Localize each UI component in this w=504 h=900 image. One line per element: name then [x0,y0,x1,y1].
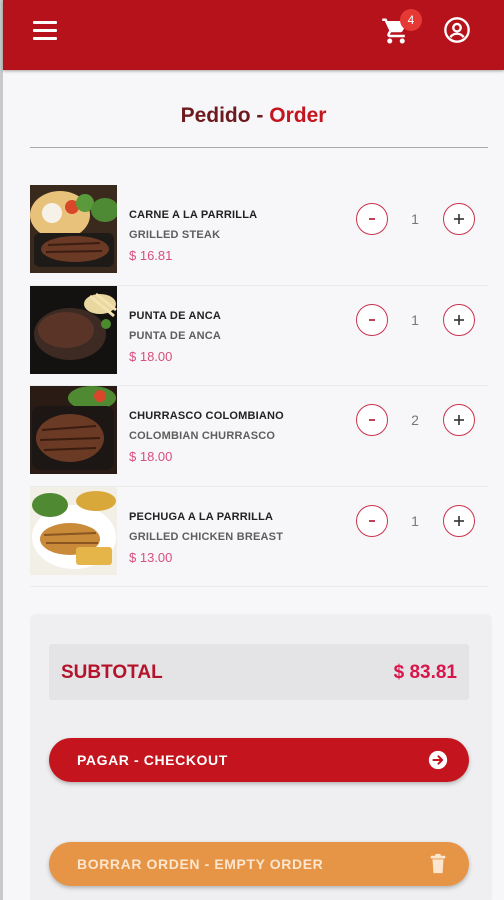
item-name: PECHUGA A LA PARRILLA [129,510,274,523]
decrease-quantity-button[interactable] [356,504,388,537]
title-divider [30,147,488,148]
item-name: CHURRASCO COLOMBIANO [129,410,284,422]
plus-icon [454,515,464,526]
item-name: CARNE A LA PARRILLA [129,209,258,221]
plus-icon [454,415,464,425]
decrease-quantity-button[interactable] [356,203,388,235]
cart-count-badge: 4 [400,9,422,31]
item-price: $ 16.81 [129,248,173,263]
trash-icon [430,853,446,874]
order-summary-panel: SUBTOTAL $ 83.81 PAGAR - CHECKOUT BORRAR… [30,614,492,900]
empty-order-button[interactable]: BORRAR ORDEN - EMPTY ORDER [49,842,469,886]
decrease-quantity-button[interactable] [356,404,388,436]
item-subtitle: GRILLED CHICKEN BREAST [129,530,284,543]
order-item: CHURRASCO COLOMBIANO COLOMBIAN CHURRASCO… [30,386,488,487]
minus-icon [369,519,375,522]
subtotal-label: SUBTOTAL [61,662,163,683]
page-title: Pedido - Order [3,104,504,128]
quantity-value: 2 [411,412,419,428]
arrow-right-circle-icon [428,750,448,770]
item-subtitle: GRILLED STEAK [129,229,221,241]
increase-quantity-button[interactable] [443,504,475,537]
increase-quantity-button[interactable] [443,404,475,436]
decrease-quantity-button[interactable] [356,303,388,336]
account-circle-icon[interactable] [443,16,471,44]
item-subtitle: PUNTA DE ANCA [129,329,222,342]
minus-icon [369,318,375,321]
item-name: PUNTA DE ANCA [129,309,222,322]
minus-icon [369,218,375,220]
churrasco-photo [30,386,117,474]
hamburger-menu-icon[interactable] [33,21,57,41]
page-title-accent: Order [269,104,327,127]
quantity-value: 1 [411,311,419,328]
item-price: $ 13.00 [129,549,173,565]
order-item: PUNTA DE ANCA PUNTA DE ANCA $ 18.00 1 [30,285,488,386]
plus-icon [454,314,464,325]
item-price: $ 18.00 [129,449,173,464]
grilled-chicken-photo [30,486,117,575]
subtotal-value: $ 83.81 [393,662,457,683]
empty-order-button-label: BORRAR ORDEN - EMPTY ORDER [77,856,324,872]
item-subtitle: COLOMBIAN CHURRASCO [129,430,276,442]
order-item: CARNE A LA PARRILLA GRILLED STEAK $ 16.8… [30,185,488,286]
plus-icon [454,214,464,224]
punta-de-anca-photo [30,285,117,374]
grilled-steak-photo [30,185,117,273]
quantity-value: 1 [411,512,419,529]
order-item-list: CARNE A LA PARRILLA GRILLED STEAK $ 16.8… [30,185,488,587]
order-item: PECHUGA A LA PARRILLA GRILLED CHICKEN BR… [30,486,488,587]
top-app-bar: 4 [3,0,504,70]
checkout-button[interactable]: PAGAR - CHECKOUT [49,738,469,782]
page-title-main: Pedido - [180,104,270,127]
increase-quantity-button[interactable] [443,303,475,336]
increase-quantity-button[interactable] [443,203,475,235]
minus-icon [369,419,375,421]
item-price: $ 18.00 [129,348,173,364]
subtotal-row: SUBTOTAL $ 83.81 [49,644,469,700]
checkout-button-label: PAGAR - CHECKOUT [77,752,228,768]
quantity-value: 1 [411,211,419,227]
